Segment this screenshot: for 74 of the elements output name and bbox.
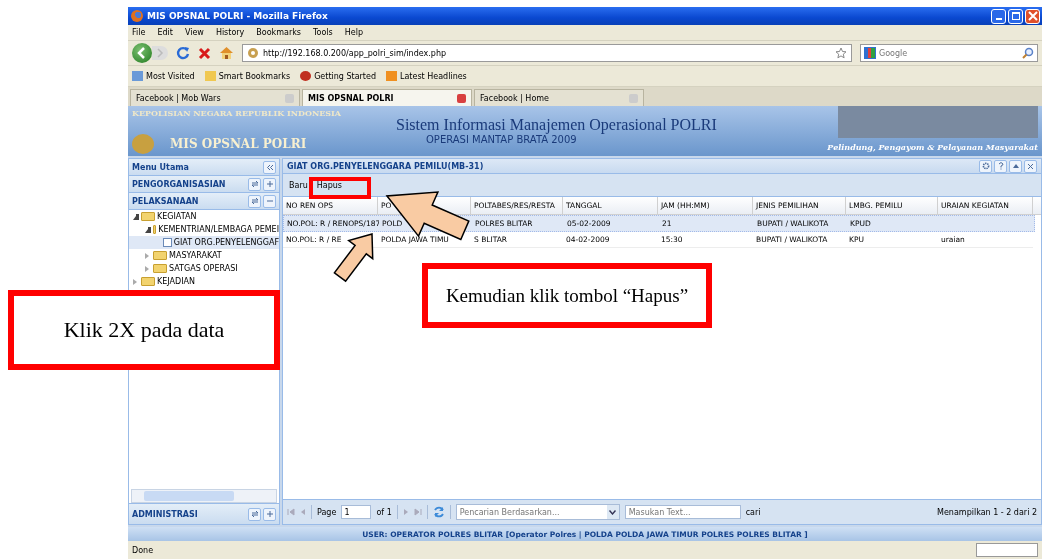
- app-subtitle: OPERASI MANTAP BRATA 2009: [426, 134, 578, 145]
- search-text-field[interactable]: Masukan Text...: [624, 505, 741, 519]
- close-icon[interactable]: [1024, 159, 1037, 173]
- tree-item[interactable]: SATGAS OPERASI: [129, 262, 279, 275]
- help-icon[interactable]: [994, 159, 1007, 173]
- emblem-icon: [132, 134, 154, 154]
- highlight-frame: [309, 177, 371, 199]
- restore-icon[interactable]: [1008, 8, 1023, 24]
- window-title: MIS OPSNAL POLRI - Mozilla Firefox: [147, 11, 329, 21]
- app-name: MIS OPSNAL POLRI: [170, 137, 307, 151]
- pointer-arrow: [333, 233, 374, 283]
- sidebar-title: Menu Utama: [132, 162, 190, 172]
- toolbar-button[interactable]: Hapus: [316, 180, 342, 190]
- search-icon[interactable]: [1022, 47, 1034, 59]
- menu-item[interactable]: View: [184, 28, 204, 37]
- refresh-icon[interactable]: [248, 194, 261, 208]
- address-field[interactable]: http://192.168.0.200/app_polri_sim/index.php: [242, 44, 852, 62]
- reload-icon[interactable]: [176, 46, 190, 60]
- panel-title: GIAT ORG.PENYELENGGARA PEMILU(MB-31): [287, 161, 485, 171]
- page-field[interactable]: 1: [341, 505, 372, 519]
- horizontal-scrollbar[interactable]: [131, 489, 277, 503]
- callout-text: Kemudian klik tombol “Hapus”: [445, 284, 689, 307]
- page-label: Page: [317, 507, 337, 517]
- menu-item[interactable]: Help: [344, 28, 363, 37]
- refresh-icon[interactable]: [248, 507, 261, 521]
- collapse-icon[interactable]: [263, 194, 276, 208]
- menu-item[interactable]: File: [132, 28, 146, 37]
- stop-icon[interactable]: [198, 46, 211, 60]
- search-engine-icon[interactable]: [864, 47, 876, 59]
- star-icon[interactable]: [835, 47, 847, 59]
- collapse-icon[interactable]: [263, 160, 276, 174]
- refresh-icon[interactable]: [432, 506, 445, 518]
- next-page-icon[interactable]: [402, 508, 409, 516]
- status-text: Done: [132, 545, 154, 555]
- status-field: [976, 543, 1038, 557]
- motto-text: Pelindung, Pengayom & Pelayanan Masyarakat: [827, 142, 1038, 152]
- search-link[interactable]: cari: [745, 507, 761, 517]
- first-page-icon[interactable]: [287, 508, 295, 516]
- browser-tab[interactable]: Facebook | Home: [474, 89, 644, 106]
- previous-page-icon[interactable]: [300, 508, 306, 516]
- menu-item[interactable]: Edit: [157, 28, 173, 37]
- browser-tab[interactable]: MIS OPSNAL POLRI: [302, 89, 472, 106]
- tree-item[interactable]: KEGIATAN: [129, 210, 279, 223]
- callout-text: Klik 2X pada data: [63, 317, 225, 343]
- browser-tab[interactable]: Facebook | Mob Wars: [130, 89, 300, 106]
- bookmark-item[interactable]: Latest Headlines: [386, 71, 467, 81]
- site-icon: [247, 47, 259, 59]
- expand-icon[interactable]: [263, 177, 276, 191]
- bookmark-item[interactable]: Most Visited: [132, 71, 195, 81]
- firefox-icon: [131, 10, 143, 22]
- minimize-icon[interactable]: [991, 8, 1006, 24]
- tree-item[interactable]: KEJADIAN: [129, 275, 279, 288]
- refresh-icon[interactable]: [248, 177, 261, 191]
- last-page-icon[interactable]: [413, 508, 422, 516]
- page-count: of 1: [376, 507, 392, 517]
- settings-icon[interactable]: [979, 159, 992, 173]
- agency-name: KEPOLISIAN NEGARA REPUBLIK INDONESIA: [132, 108, 343, 118]
- app-title: Sistem Informasi Manajemen Operasional POLRI: [396, 116, 718, 134]
- expand-icon[interactable]: [263, 507, 276, 521]
- search-box[interactable]: Google: [860, 44, 1038, 62]
- paging-summary: Menampilkan 1 - 2 dari 2: [937, 507, 1037, 517]
- collapse-icon[interactable]: [1009, 159, 1022, 173]
- tree-item[interactable]: KEMENTRIAN/LEMBAGA PEMEI: [129, 223, 279, 236]
- menu-item[interactable]: History: [215, 28, 245, 37]
- home-icon[interactable]: [219, 46, 234, 60]
- tree-item[interactable]: MASYARAKAT: [129, 249, 279, 262]
- tree-item[interactable]: GIAT ORG.PENYELENGGAF: [129, 236, 279, 249]
- filter-combo[interactable]: Pencarian Berdasarkan...: [455, 504, 620, 520]
- bookmark-item[interactable]: Getting Started: [300, 71, 376, 81]
- menu-item[interactable]: Tools: [313, 28, 333, 37]
- bookmark-item[interactable]: Smart Bookmarks: [204, 71, 291, 81]
- toolbar-button[interactable]: Baru: [289, 180, 308, 190]
- menu-item[interactable]: Bookmarks: [256, 28, 302, 37]
- back-icon[interactable]: [132, 43, 152, 63]
